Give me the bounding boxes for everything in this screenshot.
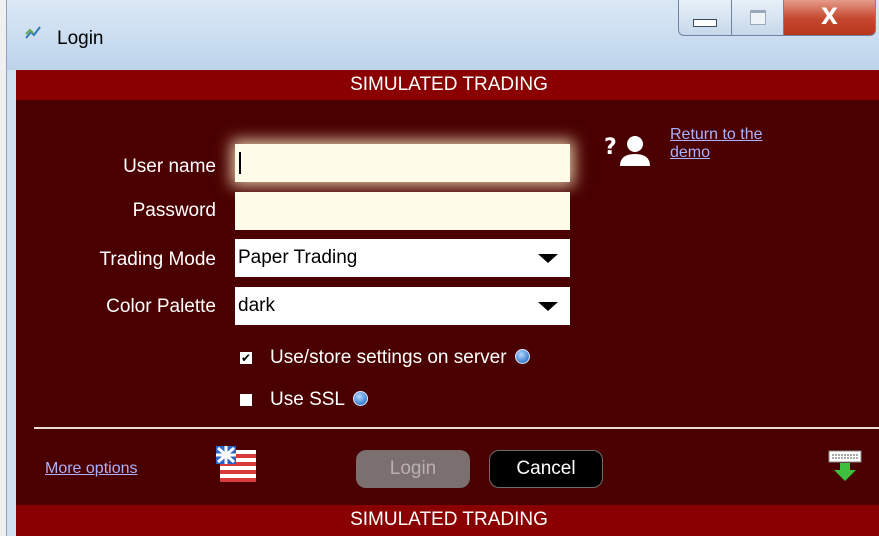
username-field[interactable]	[235, 144, 570, 182]
minimize-icon	[693, 19, 717, 27]
trading-mode-value: Paper Trading	[238, 247, 358, 268]
app-icon	[25, 26, 41, 39]
use-ssl-checkbox[interactable]	[240, 394, 252, 406]
use-ssl-label: Use SSL	[270, 389, 345, 410]
flag-icon[interactable]	[216, 446, 256, 482]
cancel-button[interactable]: Cancel	[489, 450, 603, 488]
cancel-button-label: Cancel	[516, 458, 576, 479]
help-icon[interactable]	[514, 348, 530, 364]
maximize-icon	[749, 9, 766, 25]
login-button[interactable]: Login	[356, 450, 470, 488]
window-title: Login	[57, 28, 104, 49]
window-controls: X	[678, 0, 876, 38]
divider	[34, 427, 879, 429]
keyboard-download-icon[interactable]	[828, 450, 862, 482]
chevron-down-icon	[538, 302, 558, 311]
store-settings-checkbox[interactable]: ✔	[240, 352, 252, 364]
return-to-demo-line2: demo	[670, 144, 711, 161]
return-to-demo-line1: Return to the	[670, 126, 763, 143]
more-options-link[interactable]: More options	[45, 460, 138, 478]
help-icon[interactable]	[352, 390, 368, 406]
svg-text:?: ?	[604, 135, 617, 160]
title-bar[interactable]: Login X	[7, 0, 879, 70]
color-palette-value: dark	[238, 295, 275, 316]
close-icon: X	[821, 4, 838, 30]
password-label: Password	[132, 200, 216, 221]
chevron-down-icon	[538, 254, 558, 263]
password-field[interactable]	[235, 192, 570, 230]
login-panel: SIMULATED TRADING ? Return to the demo U…	[16, 70, 879, 536]
store-settings-label: Use/store settings on server	[270, 347, 507, 368]
close-button[interactable]: X	[784, 0, 876, 36]
simulated-trading-banner-bottom: SIMULATED TRADING	[16, 505, 879, 536]
text-caret	[239, 152, 241, 174]
return-to-demo-link[interactable]: Return to the demo	[670, 126, 763, 162]
trading-mode-select[interactable]: Paper Trading	[235, 239, 570, 277]
login-window: Login X SIMULATED TRADING ? Return to th…	[6, 0, 879, 536]
minimize-button[interactable]	[678, 0, 732, 36]
login-button-label: Login	[389, 458, 437, 479]
username-label: User name	[123, 156, 216, 177]
maximize-button[interactable]	[732, 0, 784, 36]
store-settings-option[interactable]: ✔ Use/store settings on server	[240, 345, 530, 371]
user-help-icon[interactable]: ?	[604, 132, 650, 172]
use-ssl-option[interactable]: Use SSL	[240, 387, 368, 413]
color-palette-select[interactable]: dark	[235, 287, 570, 325]
color-palette-label: Color Palette	[106, 296, 216, 317]
simulated-trading-banner-top: SIMULATED TRADING	[16, 70, 879, 100]
trading-mode-label: Trading Mode	[99, 249, 216, 270]
